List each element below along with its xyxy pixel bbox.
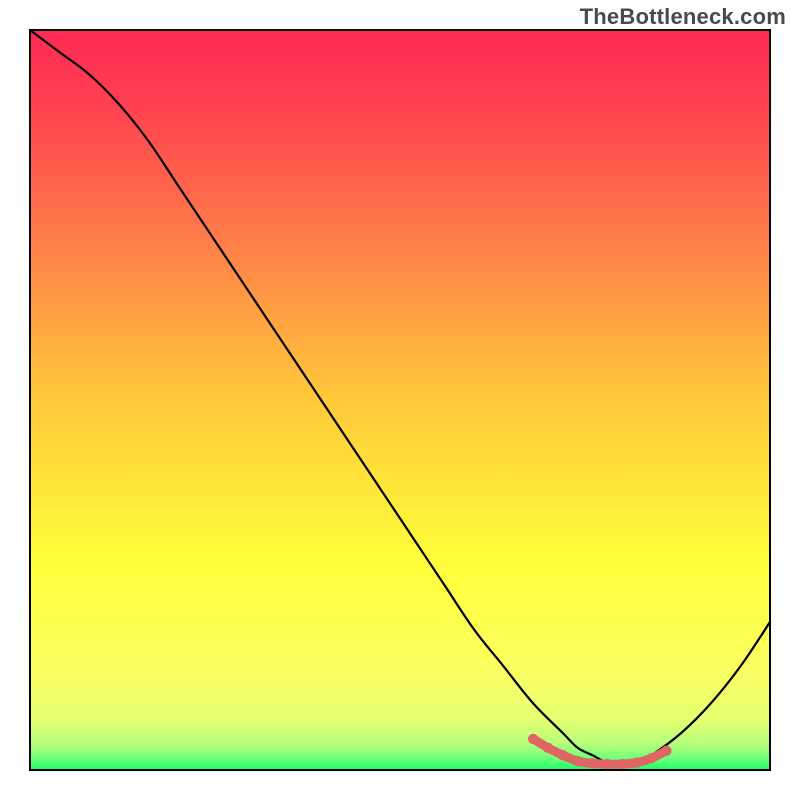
plot-background (30, 30, 770, 770)
watermark-text: TheBottleneck.com (580, 4, 786, 30)
trough-dot (572, 756, 582, 766)
trough-dot (602, 759, 612, 769)
trough-dot (587, 758, 597, 768)
trough-dot (661, 746, 671, 756)
trough-dot (528, 734, 538, 744)
chart-container: TheBottleneck.com (0, 0, 800, 800)
trough-dot (617, 759, 627, 769)
trough-dot (558, 750, 568, 760)
trough-dot (543, 743, 553, 753)
chart-svg (0, 0, 800, 800)
trough-dot (632, 757, 642, 767)
trough-dot (646, 753, 656, 763)
